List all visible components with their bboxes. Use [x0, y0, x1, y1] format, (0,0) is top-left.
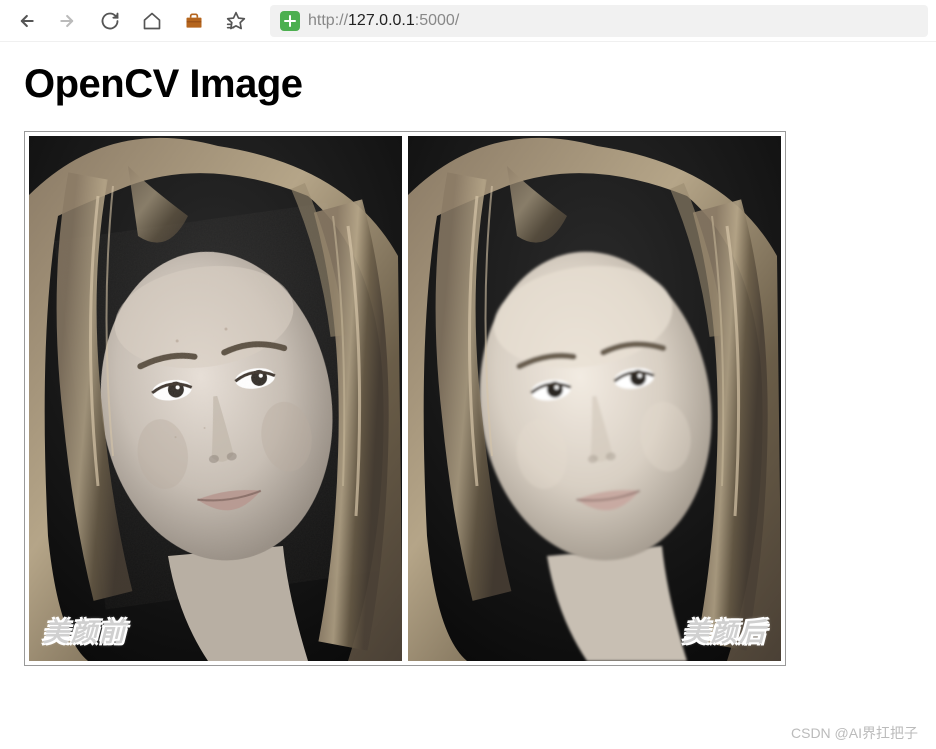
address-bar[interactable]: http://127.0.0.1:5000/	[270, 5, 928, 37]
browser-toolbar: http://127.0.0.1:5000/	[0, 0, 936, 42]
back-button[interactable]	[8, 5, 44, 37]
comparison-image: 美颜前	[24, 131, 786, 666]
bookmark-button[interactable]	[218, 5, 254, 37]
url-display: http://127.0.0.1:5000/	[308, 12, 459, 30]
url-path: /	[455, 12, 459, 30]
reload-button[interactable]	[92, 5, 128, 37]
after-label: 美颜后	[683, 612, 767, 649]
home-button[interactable]	[134, 5, 170, 37]
page-title: OpenCV Image	[24, 62, 912, 107]
page-content: OpenCV Image	[0, 42, 936, 686]
after-image-panel: 美颜后	[408, 136, 781, 661]
face-after-svg	[408, 136, 781, 661]
before-label: 美颜前	[43, 612, 127, 649]
url-protocol: http://	[308, 12, 348, 30]
before-image-panel: 美颜前	[29, 136, 402, 661]
url-host: 127.0.0.1	[348, 12, 415, 30]
face-before-svg	[29, 136, 402, 661]
url-port: :5000	[415, 12, 455, 30]
watermark: CSDN @AI界扛把子	[791, 723, 918, 743]
forward-button[interactable]	[50, 5, 86, 37]
briefcase-icon[interactable]	[176, 5, 212, 37]
security-shield-icon	[280, 11, 300, 31]
